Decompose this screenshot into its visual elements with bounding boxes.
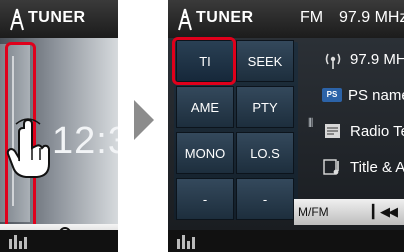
skip-back-icon[interactable]: ▎◀◀ [372, 204, 398, 220]
info-row-title-artist: Title & Artist [322, 152, 404, 182]
radio-text-icon [325, 124, 340, 138]
info-text: Title & Artist [350, 158, 404, 176]
info-row-radio-text: Radio Text [322, 116, 404, 146]
header-bar: TUNER FM 97.9 MHz [168, 0, 404, 38]
music-note-icon [323, 159, 339, 175]
ps-icon: PS [322, 88, 342, 102]
tuner-screen-right: TUNER FM 97.9 MHz TI SEEK AME PTY MONO L… [168, 0, 404, 252]
equalizer-icon[interactable] [176, 233, 198, 249]
equalizer-icon[interactable] [8, 233, 30, 249]
info-text: Radio Text [350, 122, 404, 140]
footer-bar [0, 230, 118, 252]
footer-bar [168, 230, 404, 252]
header-bar: TUNER [0, 0, 118, 38]
ame-button[interactable]: AME [176, 86, 234, 128]
info-text: PS name [348, 86, 404, 104]
frequency-label: 97.9 MHz [339, 9, 404, 26]
info-row-ps-name: PS PS name [322, 80, 404, 110]
info-row-frequency: 97.9 MHz [322, 44, 404, 74]
antenna-icon [178, 8, 192, 31]
empty-button-1[interactable]: - [176, 178, 234, 220]
arrow-right-icon [134, 100, 154, 140]
broadcast-icon [325, 53, 341, 69]
source-title: TUNER [196, 9, 254, 26]
tap-hand-icon [6, 118, 50, 178]
pty-button[interactable]: PTY [236, 86, 294, 128]
band-switch-button[interactable]: M/FM [298, 205, 329, 219]
ti-highlight-frame [172, 37, 236, 85]
seek-button[interactable]: SEEK [236, 40, 294, 82]
source-title: TUNER [28, 9, 86, 26]
clock-display: 12:3 [52, 120, 118, 162]
mono-button[interactable]: MONO [176, 132, 234, 174]
antenna-icon [10, 8, 24, 31]
band-label: FM [300, 9, 324, 26]
info-text: 97.9 MHz [350, 50, 404, 68]
tuner-screen-left: TUNER ⦀ 12:3 [0, 0, 118, 252]
los-button[interactable]: LO.S [236, 132, 294, 174]
empty-button-2[interactable]: - [236, 178, 294, 220]
drawer-grip-icon[interactable]: ⦀ [308, 116, 313, 131]
